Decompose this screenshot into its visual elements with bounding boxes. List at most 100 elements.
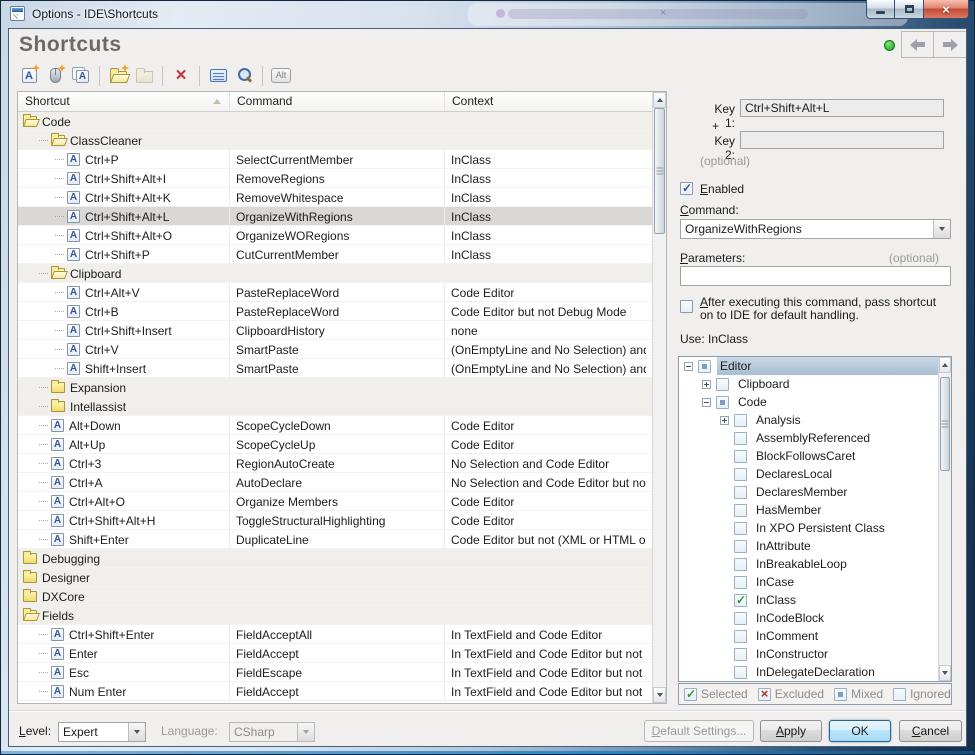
- shortcut-row[interactable]: Num EnterFieldAcceptIn TextField and Cod…: [18, 682, 652, 701]
- tree-item[interactable]: InDelegateDeclaration: [679, 663, 938, 681]
- shortcut-row[interactable]: Ctrl+BPasteReplaceWordCode Editor but no…: [18, 302, 652, 321]
- shortcut-row[interactable]: Ctrl+Shift+Alt+OOrganizeWORegionsInClass: [18, 226, 652, 245]
- scroll-thumb[interactable]: [654, 108, 665, 234]
- column-header-shortcut[interactable]: Shortcut: [18, 92, 230, 111]
- unchecked-checkbox[interactable]: [734, 522, 747, 535]
- shortcut-row[interactable]: Shift+InsertSmartPaste(OnEmptyLine and N…: [18, 359, 652, 378]
- scroll-down-button[interactable]: [653, 687, 666, 703]
- column-header-command[interactable]: Command: [230, 92, 445, 111]
- navigate-back-button[interactable]: [901, 31, 934, 58]
- unchecked-checkbox[interactable]: [716, 378, 729, 391]
- title-bar[interactable]: × Options - IDE\Shortcuts ×: [0, 0, 975, 28]
- command-combobox[interactable]: OrganizeWithRegions: [680, 219, 951, 239]
- ok-button[interactable]: OK: [829, 720, 891, 742]
- unchecked-checkbox[interactable]: [734, 630, 747, 643]
- tree-item[interactable]: HasMember: [679, 501, 938, 519]
- tree-scrollbar[interactable]: [938, 357, 951, 681]
- tree-item[interactable]: AssemblyReferenced: [679, 429, 938, 447]
- folder-row[interactable]: Designer: [18, 568, 652, 587]
- unchecked-checkbox[interactable]: [734, 666, 747, 679]
- folder-row[interactable]: DXCore: [18, 587, 652, 606]
- shortcut-row[interactable]: EscFieldEscapeIn TextField and Code Edit…: [18, 663, 652, 682]
- folder-row[interactable]: Clipboard: [18, 264, 652, 283]
- tree-scroll-track[interactable]: [939, 373, 951, 665]
- find-shortcut-button[interactable]: [232, 64, 256, 87]
- unchecked-checkbox[interactable]: [734, 414, 747, 427]
- shortcut-row[interactable]: Alt+DownScopeCycleDownCode Editor: [18, 416, 652, 435]
- shortcut-row[interactable]: Ctrl+Shift+Alt+KRemoveWhitespaceInClass: [18, 188, 652, 207]
- unchecked-checkbox[interactable]: [734, 612, 747, 625]
- tree-item[interactable]: InComment: [679, 627, 938, 645]
- close-button[interactable]: ×: [924, 0, 969, 19]
- collapse-expander-icon[interactable]: [702, 398, 711, 407]
- shortcut-row[interactable]: Ctrl+Shift+Alt+IRemoveRegionsInClass: [18, 169, 652, 188]
- delete-shortcut-button[interactable]: [169, 64, 193, 87]
- unchecked-checkbox[interactable]: [734, 468, 747, 481]
- new-mouse-shortcut-button[interactable]: [43, 64, 67, 87]
- tree-item[interactable]: InAttribute: [679, 537, 938, 555]
- dropdown-button[interactable]: [933, 220, 950, 238]
- shortcut-row[interactable]: Ctrl+VSmartPaste(OnEmptyLine and No Sele…: [18, 340, 652, 359]
- shortcut-row[interactable]: Ctrl+3RegionAutoCreateNo Selection and C…: [18, 454, 652, 473]
- pass-to-ide-checkbox[interactable]: [680, 300, 693, 313]
- shortcut-row[interactable]: Shift+EnterDuplicateLineCode Editor but …: [18, 530, 652, 549]
- shortcut-row[interactable]: Ctrl+PSelectCurrentMemberInClass: [18, 150, 652, 169]
- folder-row[interactable]: Debugging: [18, 549, 652, 568]
- tree-item[interactable]: InCase: [679, 573, 938, 591]
- tree-item[interactable]: Editor: [679, 357, 938, 375]
- key2-field[interactable]: [740, 131, 944, 149]
- tree-item[interactable]: DeclaresLocal: [679, 465, 938, 483]
- new-folder-button[interactable]: [106, 64, 130, 87]
- apply-button[interactable]: Apply: [760, 720, 822, 742]
- shortcut-row[interactable]: Ctrl+Shift+InsertClipboardHistorynone: [18, 321, 652, 340]
- minimize-button[interactable]: [866, 0, 895, 19]
- shortcut-row[interactable]: Ctrl+Shift+Alt+LOrganizeWithRegionsInCla…: [18, 207, 652, 226]
- unchecked-checkbox[interactable]: [734, 504, 747, 517]
- tree-scroll-thumb[interactable]: [940, 377, 950, 471]
- details-view-button[interactable]: [206, 64, 230, 87]
- scroll-track[interactable]: [653, 108, 666, 687]
- tree-item[interactable]: InCodeBlock: [679, 609, 938, 627]
- navigate-forward-button[interactable]: [934, 31, 967, 58]
- dropdown-button[interactable]: [128, 723, 145, 741]
- maximize-button[interactable]: [895, 0, 924, 19]
- duplicate-shortcut-button[interactable]: [69, 64, 93, 87]
- unchecked-checkbox[interactable]: [734, 486, 747, 499]
- checked-checkbox[interactable]: [734, 594, 747, 607]
- tree-item[interactable]: In XPO Persistent Class: [679, 519, 938, 537]
- shortcut-row[interactable]: Alt+UpScopeCycleUpCode Editor: [18, 435, 652, 454]
- shortcut-row[interactable]: Ctrl+Alt+OOrganize MembersCode Editor: [18, 492, 652, 511]
- folder-row[interactable]: ClassCleaner: [18, 131, 652, 150]
- shortcut-row[interactable]: EnterFieldAcceptIn TextField and Code Ed…: [18, 644, 652, 663]
- tree-item[interactable]: Analysis: [679, 411, 938, 429]
- cancel-button[interactable]: Cancel: [899, 720, 962, 742]
- tree-item[interactable]: BlockFollowsCaret: [679, 447, 938, 465]
- unchecked-checkbox[interactable]: [734, 540, 747, 553]
- shortcut-row[interactable]: Ctrl+Shift+PCutCurrentMemberInClass: [18, 245, 652, 264]
- new-keyboard-shortcut-button[interactable]: [17, 64, 41, 87]
- enabled-checkbox[interactable]: [680, 182, 693, 195]
- tree-item[interactable]: InConstructor: [679, 645, 938, 663]
- folder-row[interactable]: Code: [18, 112, 652, 131]
- scroll-up-button[interactable]: [653, 92, 666, 108]
- folder-row[interactable]: Expansion: [18, 378, 652, 397]
- tree-item[interactable]: InBreakableLoop: [679, 555, 938, 573]
- folder-row[interactable]: Fields: [18, 606, 652, 625]
- alt-key-button[interactable]: Alt: [269, 64, 293, 87]
- tree-scroll-down-button[interactable]: [939, 665, 951, 681]
- shortcut-row[interactable]: Ctrl+Shift+Alt+HToggleStructuralHighligh…: [18, 511, 652, 530]
- unchecked-checkbox[interactable]: [734, 648, 747, 661]
- unchecked-checkbox[interactable]: [734, 576, 747, 589]
- key1-field[interactable]: Ctrl+Shift+Alt+L: [740, 99, 944, 117]
- mixed-checkbox[interactable]: [716, 396, 729, 409]
- tree-item[interactable]: Code: [679, 393, 938, 411]
- folder-row[interactable]: Intellassist: [18, 397, 652, 416]
- unchecked-checkbox[interactable]: [734, 558, 747, 571]
- expand-expander-icon[interactable]: [720, 416, 729, 425]
- list-scrollbar[interactable]: [652, 92, 666, 703]
- mixed-checkbox[interactable]: [698, 360, 711, 373]
- tree-scroll-up-button[interactable]: [939, 357, 951, 373]
- parameters-field[interactable]: [680, 266, 951, 286]
- expand-expander-icon[interactable]: [702, 380, 711, 389]
- collapse-expander-icon[interactable]: [684, 362, 693, 371]
